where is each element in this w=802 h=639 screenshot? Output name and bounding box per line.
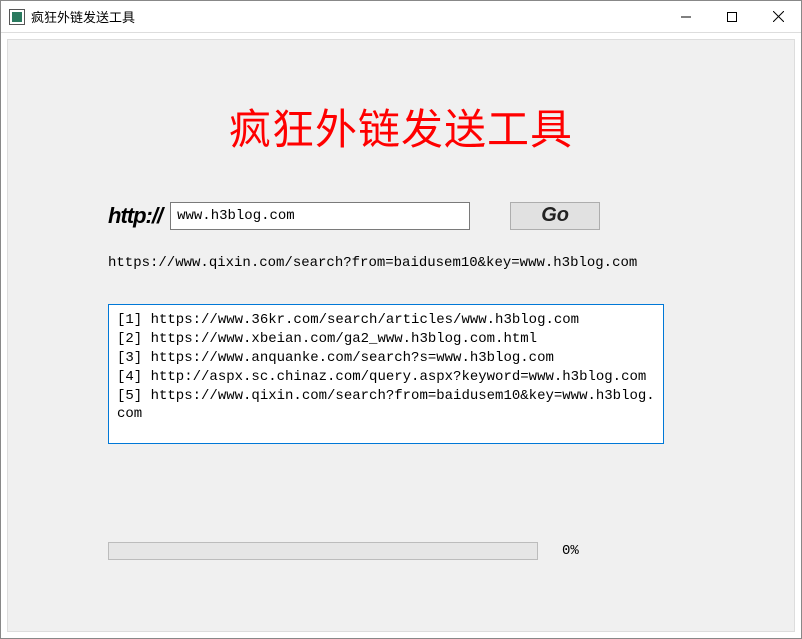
progress-row: 0%	[108, 540, 694, 562]
input-row: http:// Go	[108, 200, 694, 232]
url-input[interactable]	[170, 202, 470, 230]
app-icon	[9, 9, 25, 25]
app-window: 疯狂外链发送工具 疯狂外链发送工具 http:// Go https://www…	[0, 0, 802, 639]
progress-bar	[108, 542, 538, 560]
titlebar: 疯狂外链发送工具	[1, 1, 801, 33]
minimize-icon	[681, 12, 691, 22]
minimize-button[interactable]	[663, 1, 709, 32]
go-button[interactable]: Go	[510, 202, 600, 230]
client-area: 疯狂外链发送工具 http:// Go https://www.qixin.co…	[7, 39, 795, 632]
protocol-label: http://	[108, 203, 162, 229]
maximize-button[interactable]	[709, 1, 755, 32]
close-button[interactable]	[755, 1, 801, 32]
window-controls	[663, 1, 801, 32]
current-url-status: https://www.qixin.com/search?from=baidus…	[108, 255, 714, 271]
heading: 疯狂外链发送工具	[8, 96, 794, 157]
window-title: 疯狂外链发送工具	[31, 7, 135, 26]
log-output[interactable]: [1] https://www.36kr.com/search/articles…	[108, 304, 664, 444]
progress-percent-label: 0%	[562, 543, 579, 559]
heading-text: 疯狂外链发送工具	[229, 108, 573, 154]
close-icon	[773, 11, 784, 22]
maximize-icon	[727, 12, 737, 22]
